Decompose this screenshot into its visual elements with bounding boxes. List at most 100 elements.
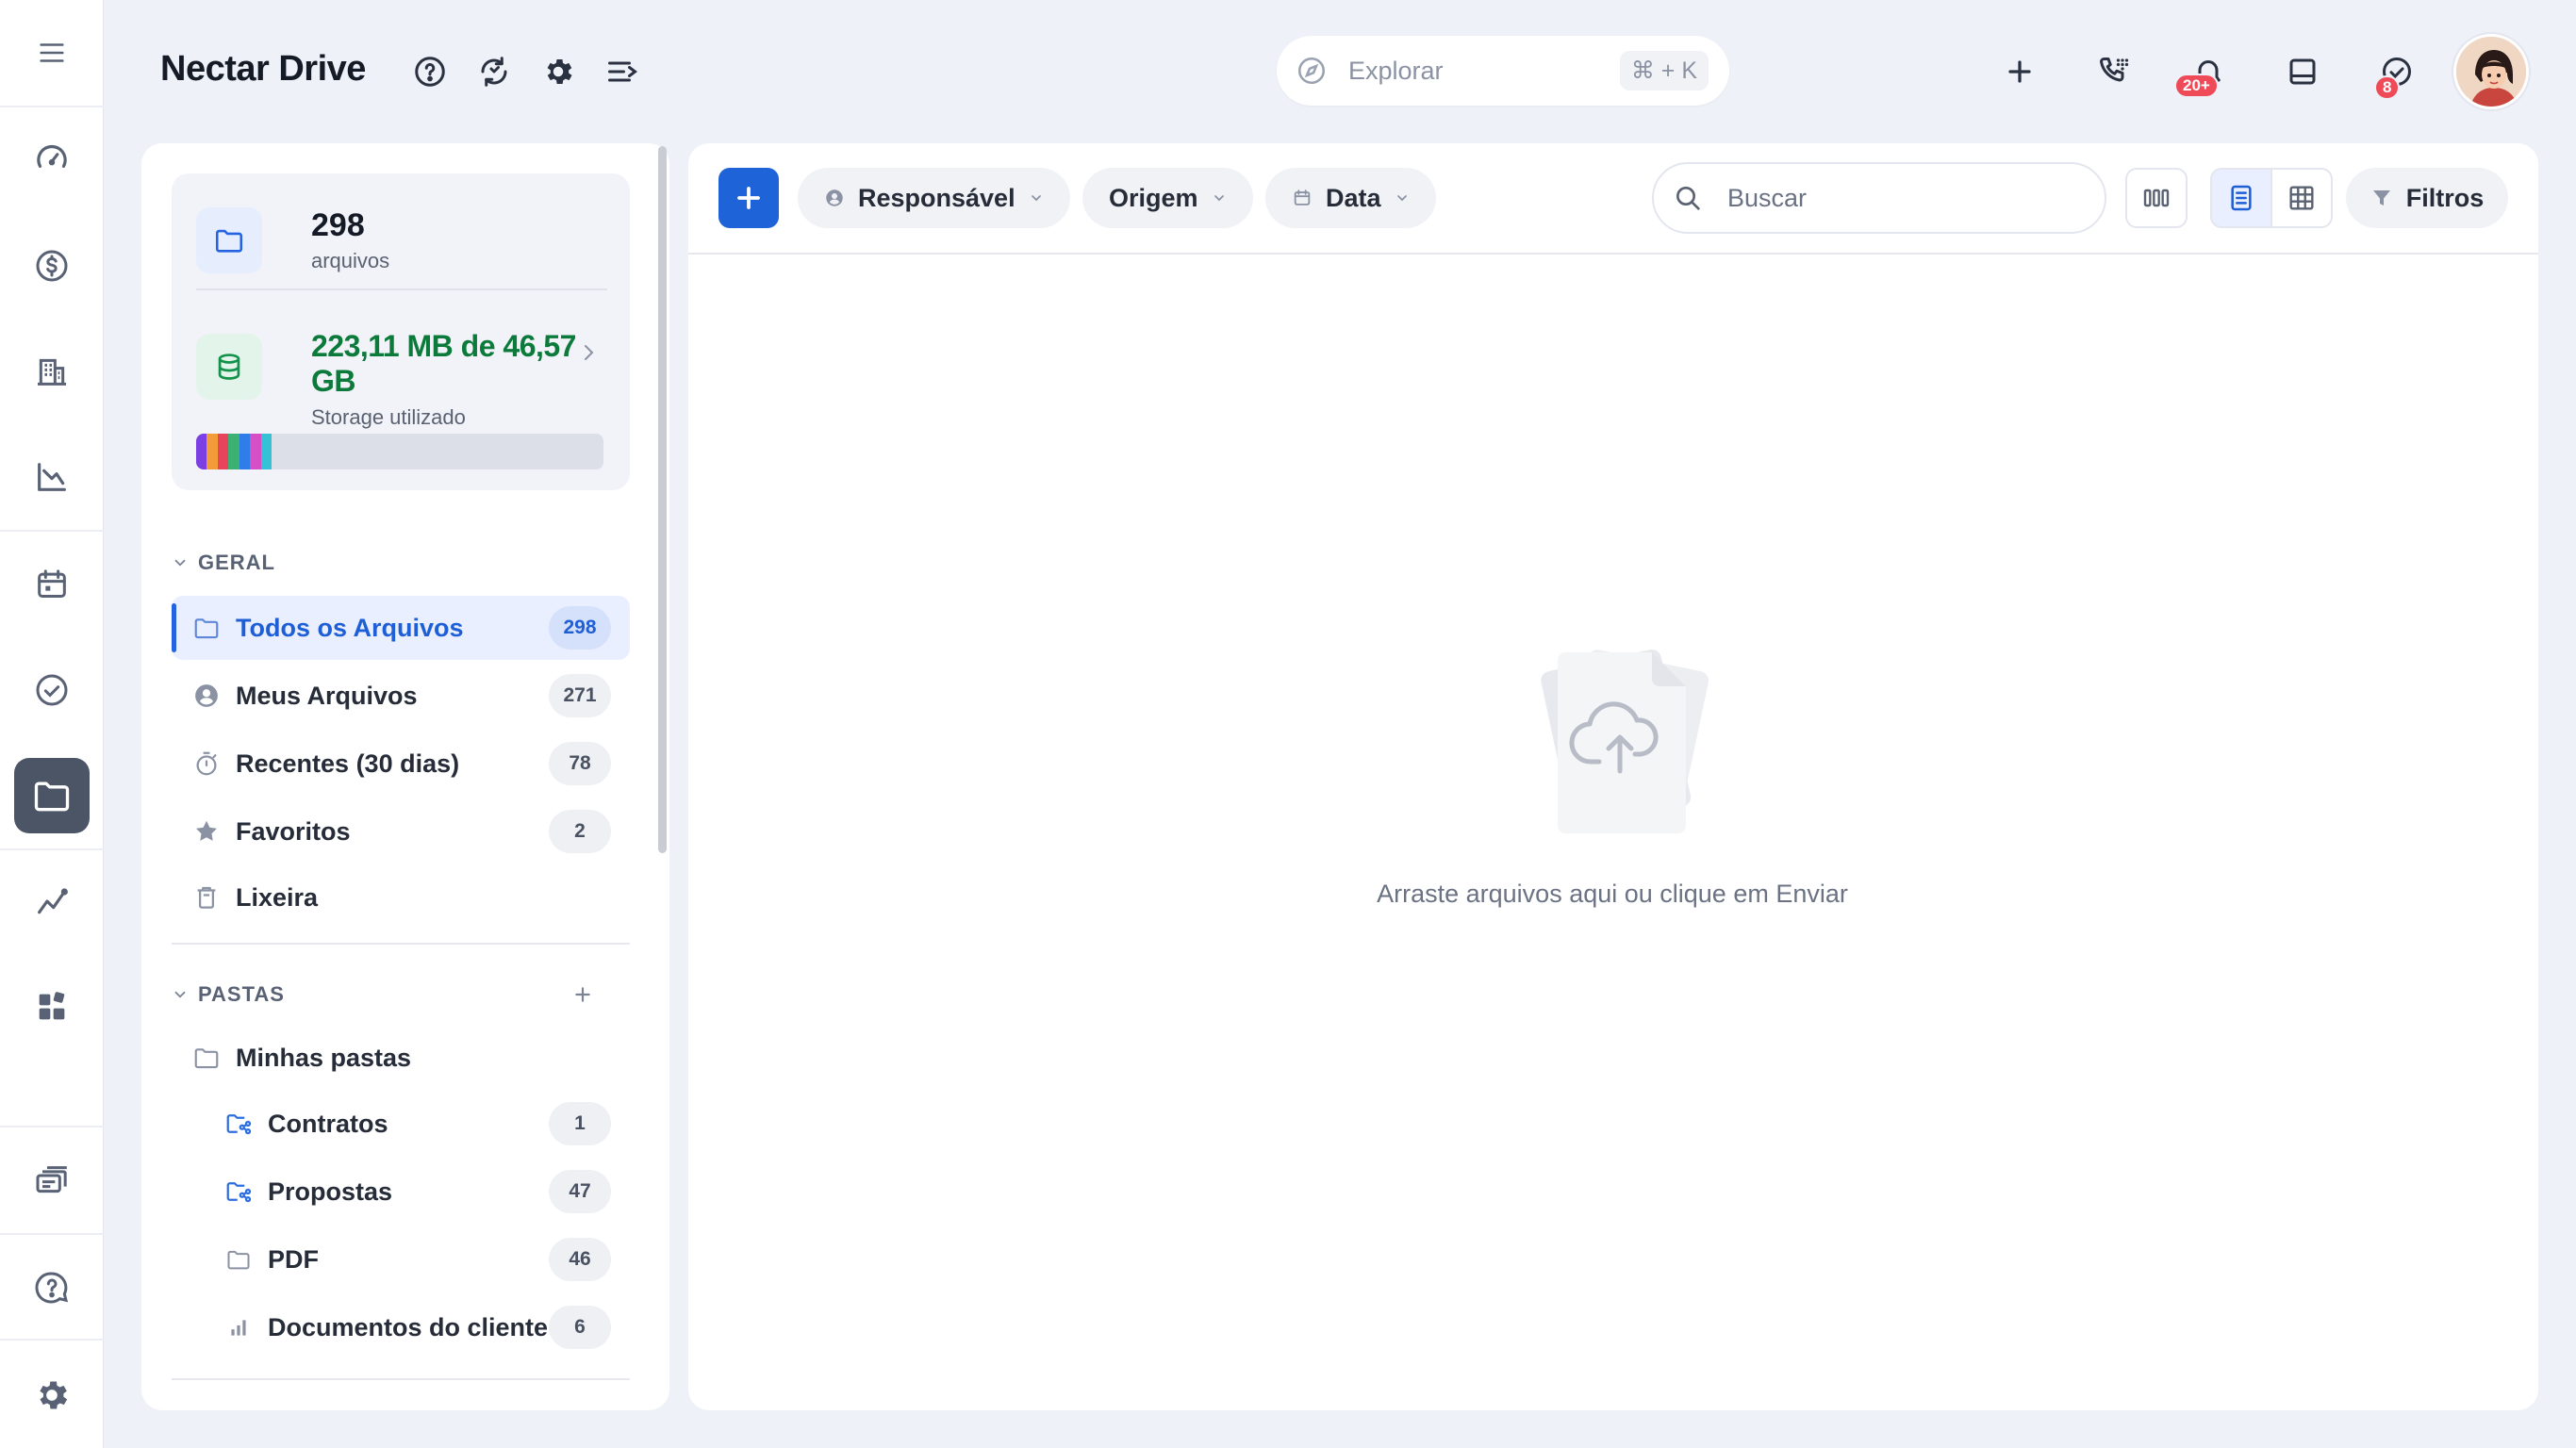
plus-icon (737, 187, 760, 209)
nav-item-proposals[interactable]: Propostas 47 (172, 1160, 630, 1224)
section-general-title: GERAL (198, 551, 275, 574)
storage-usage-segment (217, 434, 229, 469)
explore-shortcut: ⌘ + K (1619, 51, 1709, 90)
files-search-placeholder: Buscar (1727, 183, 1808, 212)
sidebar-scrollbar[interactable] (658, 146, 667, 853)
chevron-down-icon (172, 554, 198, 571)
queue-list-icon[interactable] (600, 49, 645, 94)
search-icon (1673, 183, 1703, 213)
calendar-icon (1292, 188, 1313, 208)
files-count: 298 (311, 207, 365, 243)
nav-item-all-files[interactable]: Todos os Arquivos 298 (172, 596, 630, 660)
calendar-icon[interactable] (14, 547, 90, 622)
explore-search[interactable]: Explorar ⌘ + K (1277, 36, 1729, 106)
left-rail (0, 0, 104, 1448)
settings-icon[interactable] (536, 49, 581, 94)
nav-item-contracts[interactable]: Contratos 1 (172, 1092, 630, 1156)
drive-sidebar: 298 arquivos 223,11 MB de 46,57 GB Stora… (141, 143, 669, 1410)
rail-divider (0, 1126, 104, 1127)
rail-divider (0, 848, 104, 850)
sync-icon[interactable] (471, 49, 517, 94)
shared-folder-icon (223, 1110, 255, 1138)
sales-trend-icon[interactable] (14, 864, 90, 939)
nav-item-label: Contratos (268, 1109, 388, 1138)
app-title: Nectar Drive (160, 49, 366, 89)
chevron-down-icon (1029, 190, 1044, 206)
files-main-panel: Responsável Origem Data Buscar Filtros A… (688, 143, 2538, 1410)
storage-usage-bar (196, 434, 603, 469)
section-folders-header[interactable]: PASTAS (172, 982, 630, 1007)
cards-stack-icon[interactable] (14, 1143, 90, 1218)
filters-label: Filtros (2405, 183, 2485, 212)
nav-item-label: Meus Arquivos (236, 681, 418, 710)
add-icon[interactable] (1993, 45, 2046, 98)
company-icon[interactable] (14, 334, 90, 409)
help-icon[interactable] (407, 49, 453, 94)
nav-item-my-files[interactable]: Meus Arquivos 271 (172, 664, 630, 728)
rail-divider (0, 1339, 104, 1341)
card-divider (196, 288, 607, 290)
nav-item-label: Propostas (268, 1176, 393, 1206)
nav-item-label: Todos os Arquivos (236, 613, 464, 642)
nav-item-count: 271 (549, 674, 611, 717)
dollar-icon[interactable] (14, 228, 90, 304)
folder-icon (190, 614, 223, 642)
storage-used-value: 223,11 MB de 46,57 GB (311, 329, 576, 398)
check-circle-icon[interactable] (14, 652, 90, 728)
add-folder-icon[interactable] (573, 985, 592, 1004)
chevron-right-icon[interactable] (577, 341, 600, 364)
filter-date-label: Data (1326, 183, 1381, 212)
trash-icon (190, 883, 223, 912)
storage-summary-card[interactable]: 298 arquivos 223,11 MB de 46,57 GB Stora… (172, 173, 630, 490)
dashboard-icon[interactable] (14, 121, 90, 196)
nav-item-my-folders[interactable]: Minhas pastas (172, 1026, 630, 1090)
chevron-down-icon (1212, 190, 1227, 206)
filter-date-dropdown[interactable]: Data (1265, 168, 1436, 228)
nav-item-count: 2 (549, 810, 611, 853)
columns-view-button[interactable] (2125, 168, 2188, 228)
storage-usage-segment (228, 434, 239, 469)
inbox-icon[interactable] (2276, 45, 2329, 98)
nav-item-label: PDF (268, 1244, 319, 1274)
storage-usage-fill (196, 434, 272, 469)
grid-view-button[interactable] (2271, 168, 2333, 228)
folder-icon (223, 1246, 255, 1273)
folder-icon (196, 207, 262, 273)
user-icon (824, 188, 845, 208)
phone-dialpad-icon[interactable] (2088, 45, 2140, 98)
nav-item-trash[interactable]: Lixeira (172, 865, 630, 930)
storage-usage-segment (260, 434, 272, 469)
filter-origin-dropdown[interactable]: Origem (1082, 168, 1253, 228)
storage-usage-segment (250, 434, 261, 469)
nav-item-recent[interactable]: Recentes (30 dias) 78 (172, 732, 630, 796)
storage-usage-segment (196, 434, 207, 469)
toolbar-divider (688, 253, 2538, 255)
drive-folder-icon[interactable] (14, 758, 90, 833)
list-view-button[interactable] (2210, 168, 2272, 228)
nav-item-client-documents[interactable]: Documentos do cliente 6 (172, 1295, 630, 1359)
user-circle-icon (190, 682, 223, 710)
star-icon (190, 817, 223, 846)
help-chat-icon[interactable] (14, 1250, 90, 1325)
user-avatar[interactable] (2453, 34, 2529, 109)
chevron-down-icon (1395, 190, 1410, 206)
reports-icon[interactable] (14, 439, 90, 515)
nav-item-count: 47 (549, 1170, 611, 1213)
files-count-label: arquivos (311, 249, 390, 272)
nav-item-count: 1 (549, 1102, 611, 1145)
section-divider (172, 1378, 630, 1380)
nav-item-favorites[interactable]: Favoritos 2 (172, 799, 630, 864)
filter-responsible-dropdown[interactable]: Responsável (798, 168, 1070, 228)
menu-icon[interactable] (14, 15, 90, 90)
nav-item-label: Recentes (30 dias) (236, 749, 460, 778)
storage-used-label: Storage utilizado (311, 405, 466, 429)
upload-button[interactable] (718, 168, 779, 228)
settings-gear-icon[interactable] (14, 1358, 90, 1433)
filter-responsible-label: Responsável (858, 183, 1016, 212)
section-general-header[interactable]: GERAL (172, 551, 275, 575)
nav-item-count: 298 (549, 606, 611, 650)
widgets-icon[interactable] (14, 969, 90, 1045)
nav-item-pdf[interactable]: PDF 46 (172, 1227, 630, 1292)
files-search-input[interactable]: Buscar (1652, 162, 2106, 234)
filters-button[interactable]: Filtros (2346, 168, 2508, 228)
